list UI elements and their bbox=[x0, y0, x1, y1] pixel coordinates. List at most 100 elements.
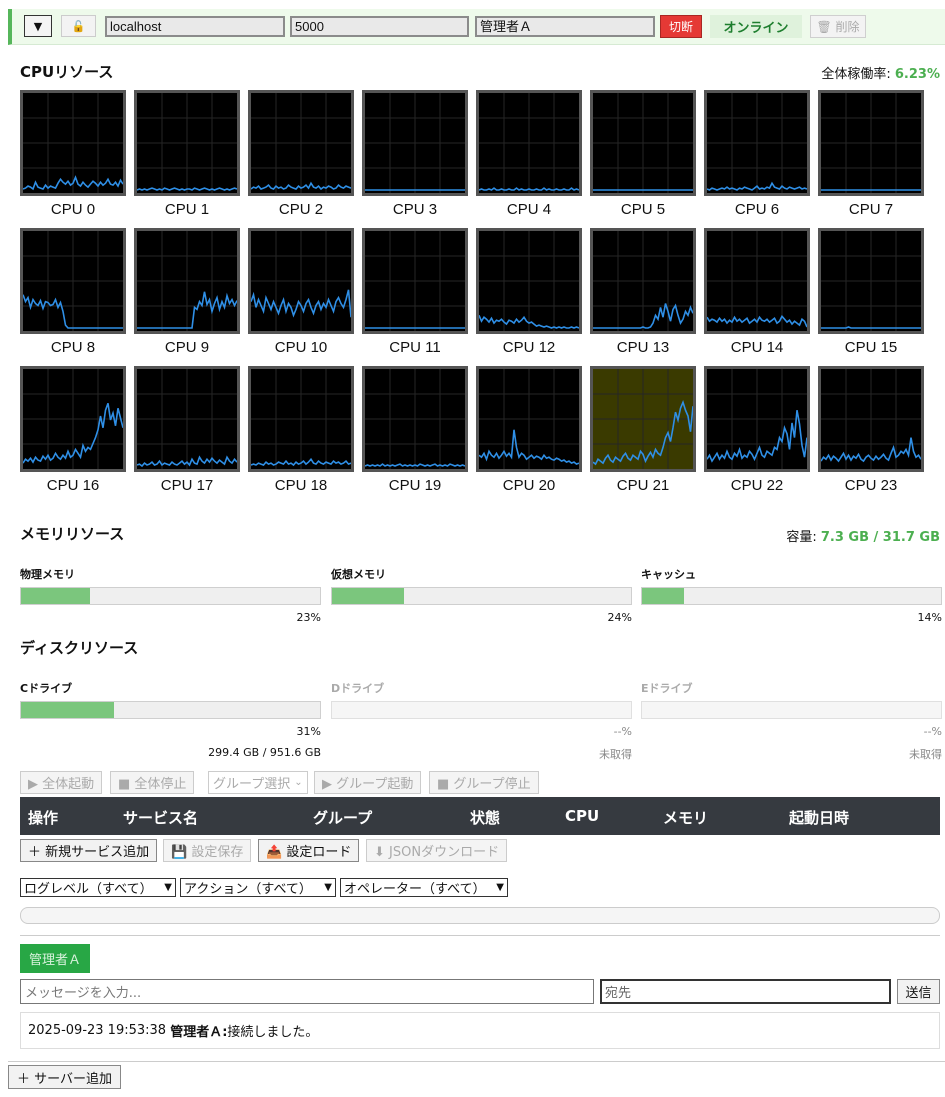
cpu-usage-chart bbox=[365, 93, 465, 193]
cpu-graph bbox=[476, 366, 582, 472]
log-user: 管理者Ａ: bbox=[170, 1025, 228, 1040]
cpu-usage-line bbox=[479, 187, 579, 191]
add-service-button[interactable]: ＋ 新規サービス追加 bbox=[20, 839, 158, 862]
cpu-core-5: CPU 5 bbox=[590, 90, 696, 220]
cpu-graph bbox=[704, 228, 810, 334]
collapse-button[interactable]: ▼ bbox=[24, 15, 52, 37]
cpu-core-0: CPU 0 bbox=[20, 90, 126, 220]
cpu-graph bbox=[476, 90, 582, 196]
divider bbox=[20, 935, 940, 936]
cpu-overall-value: 6.23% bbox=[894, 67, 940, 82]
stop-all-button[interactable]: ■ 全体停止 bbox=[110, 771, 195, 794]
cpu-graph bbox=[362, 366, 468, 472]
recipient-input[interactable]: 宛先 bbox=[600, 979, 891, 1004]
cpu-core-3: CPU 3 bbox=[362, 90, 468, 220]
load-config-button[interactable]: 📤 設定ロード bbox=[258, 839, 360, 862]
cpu-graph bbox=[20, 366, 126, 472]
cpu-graph bbox=[818, 366, 924, 472]
cpu-label: CPU 22 bbox=[730, 477, 784, 494]
cpu-graph bbox=[20, 90, 126, 196]
cpu-usage-chart bbox=[821, 93, 921, 193]
save-config-button[interactable]: 💾 設定保存 bbox=[163, 839, 252, 862]
cpu-label: CPU 19 bbox=[388, 477, 442, 494]
bar-percent: --% bbox=[613, 725, 632, 738]
add-server-button[interactable]: ＋ サーバー追加 bbox=[8, 1065, 121, 1089]
group-select[interactable]: グループ選択 ⌄ bbox=[208, 771, 308, 794]
cpu-graph bbox=[590, 90, 696, 196]
start-all-button[interactable]: ▶ 全体起動 bbox=[20, 771, 103, 794]
divider bbox=[8, 1061, 945, 1062]
log-operator-select[interactable]: オペレーター（すべて） ▼ bbox=[340, 878, 508, 897]
group-select-value: グループ選択 bbox=[213, 777, 291, 792]
column-header: メモリ bbox=[663, 809, 709, 827]
bar-track bbox=[641, 587, 942, 605]
cpu-usage-chart bbox=[23, 231, 123, 331]
group-stop-button[interactable]: ■ グループ停止 bbox=[429, 771, 539, 794]
bar-percent: 24% bbox=[607, 611, 632, 624]
cpu-graph bbox=[134, 366, 240, 472]
cpu-usage-chart bbox=[593, 231, 693, 331]
bar-track bbox=[20, 701, 321, 719]
cpu-usage-chart bbox=[821, 231, 921, 331]
group-start-button[interactable]: ▶ グループ起動 bbox=[314, 771, 422, 794]
user-tab[interactable]: 管理者Ａ bbox=[20, 944, 90, 973]
cpu-label: CPU 11 bbox=[389, 339, 441, 356]
send-button[interactable]: 送信 bbox=[897, 979, 940, 1004]
service-table-header: 操作 サービス名 グループ 状態 CPU メモリ 起動日時 bbox=[20, 797, 940, 835]
lock-button[interactable]: 🔓 bbox=[61, 15, 96, 37]
cpu-section-title: CPUリソース bbox=[20, 63, 114, 81]
log-action-select[interactable]: アクション（すべて） ▼ bbox=[180, 878, 336, 897]
bar-size: 未取得 bbox=[599, 748, 632, 761]
bar-label: Eドライブ bbox=[641, 682, 693, 695]
cpu-usage-chart bbox=[479, 231, 579, 331]
bar-track bbox=[331, 701, 632, 719]
cpu-label: CPU 15 bbox=[844, 339, 898, 356]
cpu-usage-chart bbox=[593, 93, 693, 193]
operator-input[interactable]: 管理者Ａ bbox=[475, 16, 655, 37]
cpu-core-16: CPU 16 bbox=[20, 366, 126, 496]
cpu-core-20: CPU 20 bbox=[476, 366, 582, 496]
cpu-graph bbox=[476, 228, 582, 334]
bar-label: 物理メモリ bbox=[20, 568, 75, 581]
cpu-usage-chart bbox=[707, 369, 807, 469]
cpu-usage-chart bbox=[365, 231, 465, 331]
cpu-label: CPU 10 bbox=[274, 339, 328, 356]
cpu-graph bbox=[20, 228, 126, 334]
port-input[interactable]: 5000 bbox=[290, 16, 469, 37]
memory-capacity-label: 容量: bbox=[786, 530, 817, 545]
disconnect-button[interactable]: 切断 bbox=[660, 15, 702, 38]
server-bar: ▼ 🔓 localhost 5000 管理者Ａ 切断 オンライン 🗑 削除 bbox=[8, 9, 945, 45]
log-level-select[interactable]: ログレベル（すべて） ▼ bbox=[20, 878, 176, 897]
cpu-usage-chart bbox=[251, 93, 351, 193]
cpu-core-2: CPU 2 bbox=[248, 90, 354, 220]
cpu-label: CPU 7 bbox=[848, 201, 894, 218]
log-scrollbar[interactable] bbox=[20, 907, 940, 924]
cpu-label: CPU 20 bbox=[502, 477, 556, 494]
cpu-graph bbox=[248, 90, 354, 196]
cpu-usage-chart bbox=[479, 369, 579, 469]
cpu-core-8: CPU 8 bbox=[20, 228, 126, 358]
chevron-down-icon: ▼ bbox=[496, 882, 504, 893]
cpu-usage-line bbox=[137, 187, 237, 191]
bar-percent: 23% bbox=[296, 611, 321, 624]
message-input[interactable]: メッセージを入力... bbox=[20, 979, 594, 1004]
bar-fill bbox=[21, 702, 114, 718]
cpu-graph bbox=[248, 366, 354, 472]
memory-bar-cache: キャッシュ 14% bbox=[641, 566, 942, 624]
column-header: 起動日時 bbox=[789, 809, 850, 827]
host-input[interactable]: localhost bbox=[105, 16, 285, 37]
cpu-core-13: CPU 13 bbox=[590, 228, 696, 358]
cpu-graph bbox=[362, 228, 468, 334]
bar-label: キャッシュ bbox=[641, 568, 696, 581]
cpu-graph bbox=[590, 366, 696, 472]
cpu-core-21: CPU 21 bbox=[590, 366, 696, 496]
disk-bar-e: Eドライブ --% 未取得 bbox=[641, 680, 942, 762]
disk-bar-c: Cドライブ 31% 299.4 GB / 951.6 GB bbox=[20, 680, 321, 759]
json-download-button[interactable]: ⬇ JSONダウンロード bbox=[366, 839, 508, 862]
cpu-label: CPU 5 bbox=[620, 201, 666, 218]
cpu-label: CPU 12 bbox=[502, 339, 556, 356]
bar-track bbox=[331, 587, 632, 605]
delete-button[interactable]: 🗑 削除 bbox=[810, 15, 866, 38]
cpu-core-23: CPU 23 bbox=[818, 366, 924, 496]
cpu-usage-chart bbox=[23, 369, 123, 469]
